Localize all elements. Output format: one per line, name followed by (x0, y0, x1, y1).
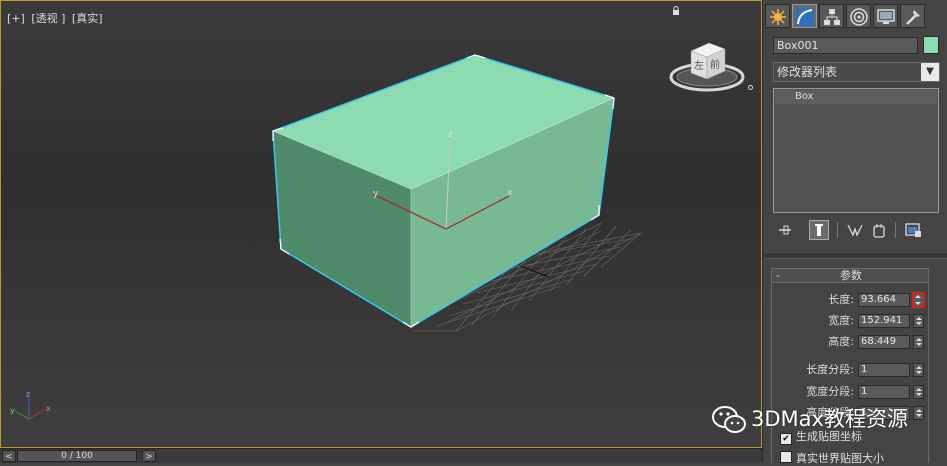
viewport-pov-menu[interactable]: [透视 ] (31, 12, 65, 25)
show-end-result-icon[interactable] (809, 220, 829, 240)
tripod-z-label: z (26, 390, 30, 399)
tab-hierarchy[interactable] (819, 4, 844, 28)
utilities-icon (906, 10, 920, 25)
height-row: 高度: 68.449 (772, 334, 930, 350)
length-label: 长度: (828, 293, 854, 306)
wechat-icon (712, 406, 746, 433)
height-segs-spinner[interactable] (913, 406, 924, 420)
time-slider-bar: < 0 / 100 > (0, 448, 762, 463)
time-prev-button[interactable]: < (2, 450, 16, 462)
motion-icon (850, 8, 868, 26)
stack-item-box[interactable]: Box (775, 90, 937, 104)
tab-display[interactable] (873, 4, 898, 28)
real-world-map-size-checkbox[interactable]: 真实世界贴图大小 (780, 451, 884, 465)
width-segs-row: 宽度分段: 1 (772, 384, 930, 400)
width-spinner[interactable] (913, 314, 924, 328)
perspective-viewport[interactable]: z y x z x y [+] [透视 ] [真实] 左 前 (0, 0, 762, 448)
create-icon (770, 9, 786, 25)
remove-modifier-icon[interactable] (869, 220, 889, 240)
viewcube-left-face[interactable]: 左 (694, 59, 704, 72)
height-spinner[interactable] (913, 335, 924, 349)
world-axis-tripod: z x y (10, 390, 51, 420)
hierarchy-icon (824, 9, 840, 25)
tripod-y-label: y (10, 406, 15, 415)
tab-motion[interactable] (846, 4, 871, 28)
checkbox-checked-icon[interactable]: ✔ (780, 433, 792, 445)
object-name-field[interactable]: Box001 (773, 37, 918, 54)
chevron-down-icon[interactable]: ▼ (921, 63, 939, 81)
tab-utilities[interactable] (900, 4, 925, 28)
length-spinner[interactable] (912, 292, 925, 308)
command-panel: Box001 修改器列表 ▼ Box 参数 - 长度: 93.664 宽度: 1… (762, 0, 947, 465)
toolbar-separator (895, 222, 896, 238)
watermark-text: 3DMax教程资源 (751, 407, 908, 431)
parameters-rollout: 长度: 93.664 宽度: 152.941 高度: 68.449 长度分段: … (771, 283, 930, 465)
gizmo-y-label: y (373, 189, 379, 199)
height-label: 高度: (828, 335, 854, 348)
tripod-x-label: x (46, 404, 51, 413)
gizmo-x-label: x (507, 188, 513, 198)
checkbox-unchecked-icon[interactable] (780, 451, 792, 463)
time-next-button[interactable]: > (142, 450, 156, 462)
length-segs-label: 长度分段: (806, 363, 854, 376)
width-segs-input[interactable]: 1 (858, 385, 910, 399)
height-input[interactable]: 68.449 (858, 335, 910, 349)
viewport-scene: z y x z x y (10, 54, 642, 420)
viewport-plus-menu[interactable]: [+] (7, 12, 25, 25)
length-row: 长度: 93.664 (772, 292, 930, 308)
object-color-swatch[interactable] (923, 36, 939, 54)
modifier-list-label: 修改器列表 (777, 65, 838, 79)
length-segs-input[interactable]: 1 (858, 363, 910, 377)
viewcube[interactable]: 左 前 (667, 37, 747, 99)
width-segs-label: 宽度分段: (806, 385, 854, 398)
viewcube-front-face[interactable]: 前 (710, 58, 720, 71)
viewport-label-menu[interactable]: [+] [透视 ] [真实] (7, 10, 106, 26)
gizmo-z-label: z (448, 130, 453, 140)
time-slider[interactable]: 0 / 100 (17, 450, 137, 462)
real-world-map-size-label: 真实世界贴图大小 (796, 452, 884, 465)
lock-icon[interactable] (672, 6, 680, 16)
parameters-rollout-header[interactable]: 参数 - (771, 268, 929, 283)
width-row: 宽度: 152.941 (772, 313, 930, 329)
tab-create[interactable] (765, 4, 790, 28)
width-input[interactable]: 152.941 (858, 314, 910, 328)
make-unique-icon[interactable] (845, 220, 865, 240)
width-segs-spinner[interactable] (913, 385, 924, 399)
configure-sets-icon[interactable] (903, 220, 923, 240)
modify-icon (796, 8, 814, 26)
viewcube-home-icon[interactable] (748, 85, 753, 90)
toolbar-separator (837, 222, 838, 238)
width-label: 宽度: (828, 314, 854, 327)
length-segs-row: 长度分段: 1 (772, 362, 930, 378)
tab-modify[interactable] (792, 4, 817, 28)
length-input[interactable]: 93.664 (858, 293, 910, 307)
box-object[interactable] (272, 54, 615, 328)
modifier-stack-toolbar (773, 220, 943, 240)
modifier-list-dropdown[interactable]: 修改器列表 ▼ (773, 62, 940, 82)
modifier-stack[interactable]: Box (773, 88, 939, 213)
parameters-title: 参数 (840, 269, 862, 282)
viewport-shading-menu[interactable]: [真实] (72, 12, 103, 25)
panel-divider (763, 254, 947, 259)
display-icon (877, 9, 895, 24)
length-segs-spinner[interactable] (913, 363, 924, 377)
command-panel-tabs (765, 4, 945, 30)
collapse-icon[interactable]: - (776, 269, 780, 282)
pin-stack-icon[interactable] (775, 220, 795, 240)
